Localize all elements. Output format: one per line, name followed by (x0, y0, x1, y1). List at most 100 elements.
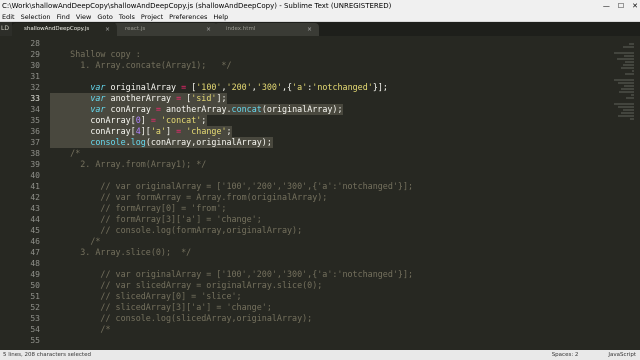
code-line[interactable]: 50 // var slicedArray = originalArray.sl… (0, 280, 640, 291)
code-line[interactable]: 36 conArray[4]['a'] = 'change'; (0, 126, 640, 137)
code-line[interactable]: 30 1. Array.concate(Array1); */ (0, 60, 640, 71)
minimize-icon[interactable]: — (603, 0, 610, 12)
code-line[interactable]: 32 var originalArray = ['100','200','300… (0, 82, 640, 93)
sidebar-toggle[interactable]: LD (0, 22, 12, 36)
tab-index-html[interactable]: index.html × (214, 23, 319, 36)
code-line[interactable]: 41 // var originalArray = ['100','200','… (0, 181, 640, 192)
menu-goto[interactable]: Goto (97, 12, 113, 21)
code-line[interactable]: 37 console.log(conArray,originalArray); (0, 137, 640, 148)
code-token: ][ (140, 126, 151, 136)
line-number: 33 (30, 94, 40, 103)
menu-bar: Edit Selection Find View Goto Tools Proj… (0, 12, 640, 22)
selection-status: 5 lines, 208 characters selected (3, 352, 91, 358)
code-line[interactable]: 38 /* (0, 148, 640, 159)
code-text: var anotherArray = ['sid']; (50, 93, 226, 104)
code-line[interactable]: 42 // var formArray = Array.from(origina… (0, 192, 640, 203)
line-number: 37 (30, 138, 40, 147)
code-token: conArray[ (50, 115, 136, 125)
line-number: 35 (30, 116, 40, 125)
maximize-icon[interactable]: ☐ (618, 0, 624, 12)
menu-find[interactable]: Find (57, 12, 70, 21)
code-line[interactable]: 45 // console.log(formArray,originalArra… (0, 225, 640, 236)
code-line[interactable]: 40 (0, 170, 640, 181)
code-token: 'change' (186, 126, 227, 136)
code-token: var (90, 104, 106, 114)
tab-react-js[interactable]: react.js × (113, 23, 218, 36)
code-editor[interactable]: 28 29 Shallow copy :30 1. Array.concate(A… (0, 36, 640, 350)
code-token: Shallow copy : (50, 49, 141, 59)
code-line[interactable]: 52 // slicedArray[3]['a'] = 'change'; (0, 302, 640, 313)
code-token: // console.log(slicedArray,originalArray… (50, 313, 313, 323)
line-number: 52 (30, 303, 40, 312)
menu-project[interactable]: Project (141, 12, 163, 21)
line-number: 42 (30, 193, 40, 202)
line-number: 32 (30, 83, 40, 92)
code-line[interactable]: 53 // console.log(slicedArray,originalAr… (0, 313, 640, 324)
code-text: 3. Array.slice(0); */ (50, 247, 191, 258)
menu-tools[interactable]: Tools (119, 12, 135, 21)
code-token: 'a' (150, 126, 166, 136)
code-text: // var originalArray = ['100','200','300… (50, 181, 413, 192)
code-line[interactable]: 31 (0, 71, 640, 82)
code-line[interactable]: 46 /* (0, 236, 640, 247)
code-line[interactable]: 48 (0, 258, 640, 269)
code-line[interactable]: 43 // formArray[0] = 'from'; (0, 203, 640, 214)
code-token: ,{ (282, 82, 293, 92)
code-line[interactable]: 44 // formArray[3]['a'] = 'change'; (0, 214, 640, 225)
code-token: '200' (226, 82, 252, 92)
menu-view[interactable]: View (76, 12, 91, 21)
tab-shallowanddeepcopy-js[interactable]: shallowAndDeepCopy.js × (12, 23, 117, 36)
code-token: (conArray,originalArray); (145, 137, 272, 147)
code-token: conArray[ (50, 126, 136, 136)
close-icon[interactable]: ✕ (632, 0, 638, 12)
indentation-status[interactable]: Spaces: 2 (552, 350, 579, 360)
code-text: // console.log(formArray,originalArray); (50, 225, 302, 236)
tab-label: index.html (226, 26, 256, 32)
code-token: console (90, 137, 126, 147)
code-line[interactable]: 33 var anotherArray = ['sid']; (0, 93, 640, 104)
tab-close-icon[interactable]: × (105, 23, 110, 36)
code-line[interactable]: 54 /* (0, 324, 640, 335)
code-token: anotherArray (105, 93, 177, 103)
code-token: anotherArray. (160, 104, 232, 114)
code-text: conArray[4]['a'] = 'change'; (50, 126, 231, 137)
code-token: ] (140, 115, 151, 125)
line-number: 29 (30, 50, 40, 59)
code-text: // slicedArray[3]['a'] = 'change'; (50, 302, 271, 313)
code-line[interactable]: 29 Shallow copy : (0, 49, 640, 60)
code-token: 'sid' (191, 93, 217, 103)
menu-selection[interactable]: Selection (21, 12, 51, 21)
code-line[interactable]: 49 // var originalArray = ['100','200','… (0, 269, 640, 280)
code-line[interactable]: 47 3. Array.slice(0); */ (0, 247, 640, 258)
line-number: 39 (30, 160, 40, 169)
menu-edit[interactable]: Edit (2, 12, 15, 21)
code-line[interactable]: 51 // slicedArray[0] = 'slice'; (0, 291, 640, 302)
line-number: 47 (30, 248, 40, 257)
tab-close-icon[interactable]: × (206, 23, 211, 36)
code-line[interactable]: 28 (0, 38, 640, 49)
code-line[interactable]: 39 2. Array.from(Array1); */ (0, 159, 640, 170)
tab-bar: LD shallowAndDeepCopy.js × react.js × in… (0, 22, 640, 36)
menu-preferences[interactable]: Preferences (169, 12, 207, 21)
code-token: var (90, 93, 106, 103)
code-token: 'a' (292, 82, 308, 92)
code-line[interactable]: 35 conArray[0] = 'concat'; (0, 115, 640, 126)
code-line[interactable]: 34 var conArray = anotherArray.concat(or… (0, 104, 640, 115)
line-number: 31 (30, 72, 40, 81)
code-text: // var slicedArray = originalArray.slice… (50, 280, 322, 291)
code-token: 'notchanged' (312, 82, 373, 92)
syntax-status[interactable]: JavaScript (608, 350, 636, 360)
tab-close-icon[interactable]: × (307, 23, 312, 36)
code-line[interactable]: 55 (0, 335, 640, 346)
line-number: 44 (30, 215, 40, 224)
code-token: (originalArray); (261, 104, 343, 114)
code-token: // formArray[3]['a'] = 'change'; (50, 214, 262, 224)
tab-label: react.js (125, 26, 146, 32)
code-token: '300' (256, 82, 283, 92)
menu-help[interactable]: Help (213, 12, 228, 21)
line-number: 45 (30, 226, 40, 235)
line-number: 50 (30, 281, 40, 290)
code-token: concat (231, 104, 262, 114)
